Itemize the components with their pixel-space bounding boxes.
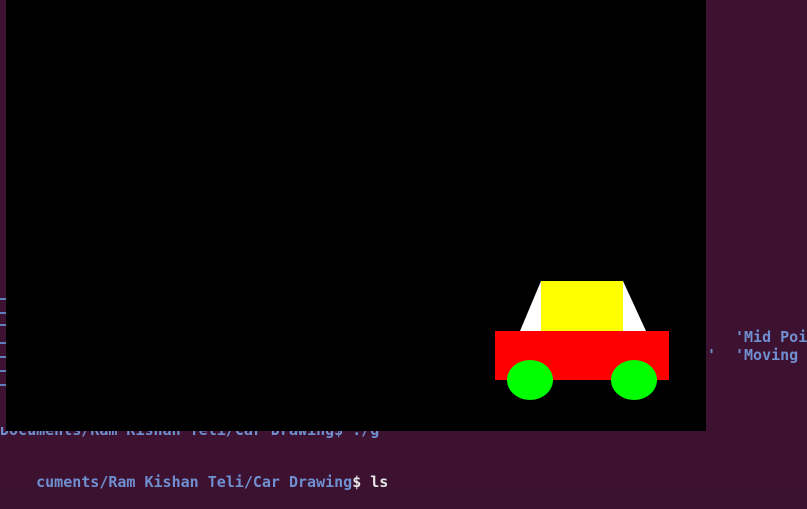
output-moving-file: 'Moving c [735, 346, 799, 364]
prompt-line: cuments/Ram Kishan Teli/Car Drawing$ ls [0, 455, 388, 509]
car-wheel-right [611, 360, 657, 400]
prompt-path: cuments/Ram Kishan Teli/Car Drawing [36, 473, 353, 491]
car-cabin [541, 281, 623, 331]
output-mid-point-file: 'Mid Poi [735, 328, 807, 346]
graphics-window[interactable] [6, 0, 706, 431]
car-wheel-left [507, 360, 553, 400]
output-quote: ' [707, 346, 717, 364]
command-text: ls [361, 473, 389, 491]
car-window-right [623, 281, 646, 331]
prompt-symbol: $ [352, 473, 362, 491]
car-window-left [520, 281, 541, 331]
car-drawing [495, 281, 669, 400]
